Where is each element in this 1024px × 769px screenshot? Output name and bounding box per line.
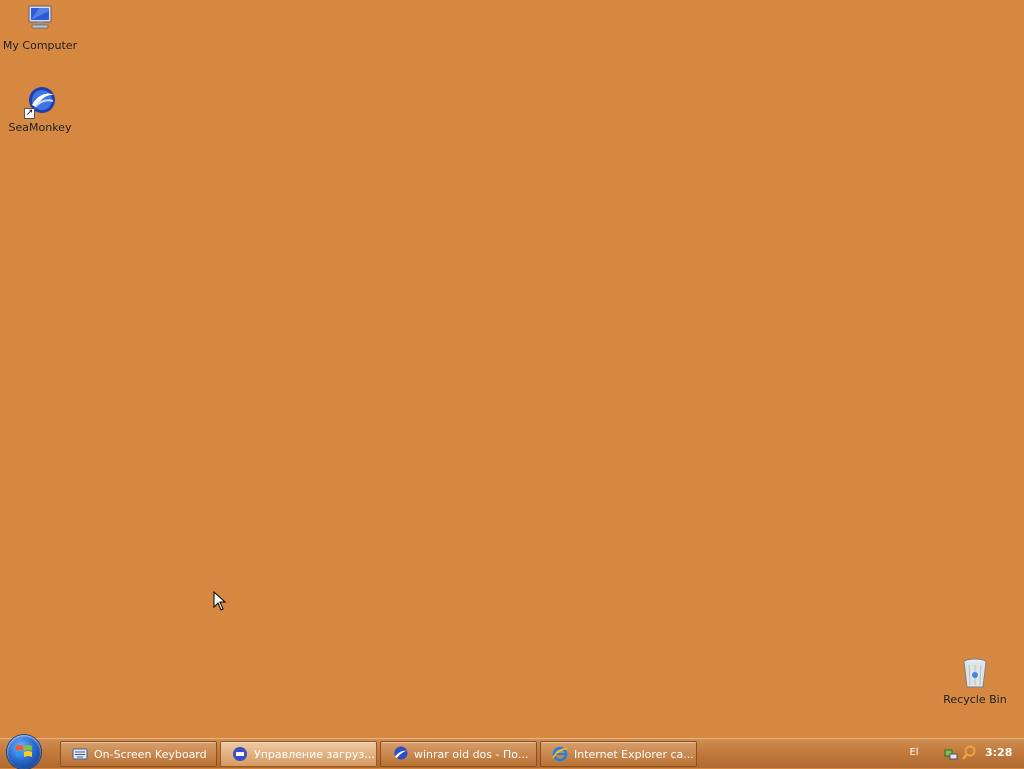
recycle-bin-icon bbox=[958, 657, 992, 691]
taskbar-button-seamonkey[interactable]: winrar oid dos - По... bbox=[380, 741, 537, 767]
language-indicator[interactable]: El bbox=[906, 745, 922, 761]
start-button[interactable] bbox=[7, 735, 41, 769]
taskbar-button-label: On-Screen Keyboard bbox=[94, 747, 207, 761]
windows-orb-icon bbox=[15, 744, 33, 760]
seamonkey-icon bbox=[392, 746, 408, 762]
download-manager-icon bbox=[232, 746, 248, 762]
desktop-icon-my-computer[interactable]: My Computer bbox=[0, 3, 80, 52]
seamonkey-icon: ↗ bbox=[23, 85, 57, 119]
taskbar-button-download-manager[interactable]: Управление загруз... bbox=[220, 741, 377, 767]
desktop-icon-label: SeaMonkey bbox=[8, 121, 72, 134]
taskbar-button-label: Управление загруз... bbox=[254, 747, 375, 761]
desktop[interactable]: My Computer ↗ SeaMonkey Recycle Bin bbox=[0, 0, 1024, 738]
mouse-cursor-icon bbox=[213, 590, 227, 611]
keyboard-icon bbox=[72, 746, 88, 762]
taskbar-button-on-screen-keyboard[interactable]: On-Screen Keyboard bbox=[60, 741, 217, 767]
taskbar-button-label: Internet Explorer ca... bbox=[574, 747, 694, 761]
desktop-icon-recycle-bin[interactable]: Recycle Bin bbox=[935, 657, 1015, 706]
shortcut-arrow-icon: ↗ bbox=[24, 108, 35, 119]
taskbar-button-label: winrar oid dos - По... bbox=[414, 747, 529, 761]
network-icon[interactable] bbox=[943, 745, 959, 761]
taskbar-button-internet-explorer[interactable]: Internet Explorer ca... bbox=[540, 741, 697, 767]
search-icon[interactable] bbox=[961, 745, 977, 761]
desktop-icon-label: Recycle Bin bbox=[943, 693, 1007, 706]
taskbar: On-Screen Keyboard Управление загруз... … bbox=[0, 735, 1024, 769]
desktop-icon-label: My Computer bbox=[2, 39, 78, 52]
clock[interactable]: 3:28 bbox=[985, 746, 1012, 759]
internet-explorer-icon bbox=[552, 746, 568, 762]
computer-icon bbox=[23, 3, 57, 37]
desktop-icon-seamonkey[interactable]: ↗ SeaMonkey bbox=[0, 85, 80, 134]
